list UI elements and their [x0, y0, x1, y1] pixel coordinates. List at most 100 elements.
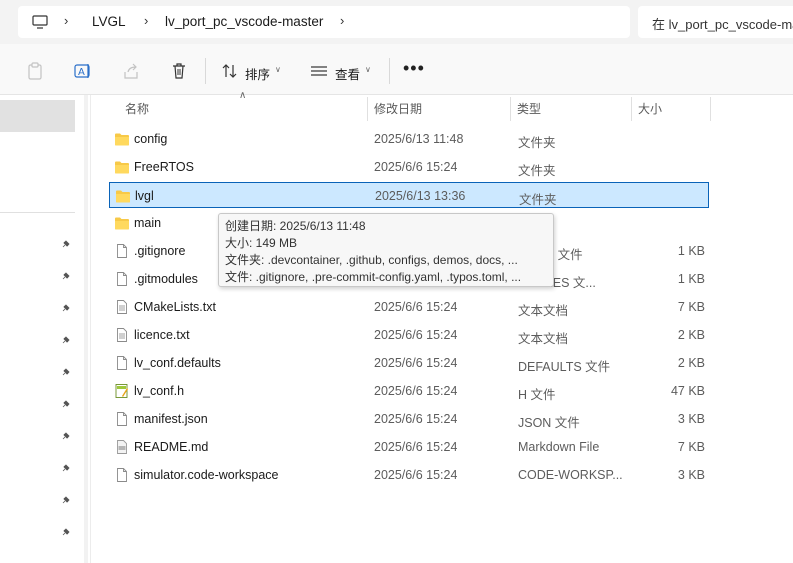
file-name: lv_conf.defaults	[134, 356, 221, 370]
folder-icon	[114, 160, 130, 174]
sort-icon[interactable]	[221, 62, 239, 80]
nav-scrollbar[interactable]	[84, 95, 88, 563]
file-row[interactable]: CMakeLists.txt 2025/6/6 15:24 文本文档 7 KB	[109, 294, 709, 320]
this-pc-icon[interactable]	[32, 15, 48, 29]
file-size: 7 KB	[677, 300, 705, 314]
file-name: .gitmodules	[134, 272, 198, 286]
file-name: simulator.code-workspace	[134, 468, 279, 482]
pin-icon[interactable]	[61, 368, 70, 377]
column-divider[interactable]	[367, 97, 368, 121]
file-icon	[114, 468, 130, 482]
share-icon[interactable]	[122, 62, 140, 80]
file-size: 3 KB	[677, 412, 705, 426]
column-header-date[interactable]: 修改日期	[374, 100, 422, 117]
file-name: config	[134, 132, 168, 146]
file-icon	[114, 272, 130, 286]
sort-ascending-icon: ∧	[239, 90, 247, 101]
file-date: 2025/6/6 15:24	[374, 384, 458, 398]
pin-icon[interactable]	[61, 304, 70, 313]
breadcrumb-current-folder[interactable]: lv_port_pc_vscode-master	[165, 14, 323, 29]
nav-item-selected[interactable]	[0, 100, 75, 132]
sort-button[interactable]: 排序	[245, 64, 270, 83]
header-file-icon	[114, 384, 130, 398]
file-row[interactable]: lv_conf.h 2025/6/6 15:24 H 文件 47 KB	[109, 378, 709, 404]
more-options-button[interactable]: •••	[403, 58, 425, 79]
pin-icon[interactable]	[61, 240, 70, 249]
search-input[interactable]: 在 lv_port_pc_vscode-master 中搜索	[638, 6, 793, 38]
pin-icon[interactable]	[61, 432, 70, 441]
chevron-down-icon[interactable]: ∨	[275, 65, 281, 74]
file-row-selected[interactable]: lvgl 2025/6/13 13:36 文件夹	[109, 182, 709, 208]
view-icon[interactable]	[310, 62, 328, 80]
address-row: › LVGL › lv_port_pc_vscode-master › 在 lv…	[0, 0, 793, 44]
svg-text:A: A	[78, 67, 85, 78]
delete-icon[interactable]	[170, 62, 188, 80]
file-type: JSON 文件	[518, 416, 580, 430]
column-divider[interactable]	[631, 97, 632, 121]
file-date: 2025/6/13 13:36	[375, 189, 466, 203]
file-row[interactable]: simulator.code-workspace 2025/6/6 15:24 CO…	[109, 462, 709, 488]
rename-icon[interactable]: A	[74, 62, 92, 80]
file-type: DEFAULTS 文件	[518, 360, 611, 374]
file-type: 文件夹	[518, 136, 556, 150]
breadcrumb-lvgl[interactable]: LVGL	[92, 14, 126, 29]
text-file-icon	[114, 328, 130, 342]
file-date: 2025/6/6 15:24	[374, 412, 458, 426]
file-type: Markdown File	[518, 440, 600, 454]
toolbar-divider	[389, 58, 390, 84]
file-name: lv_conf.h	[134, 384, 185, 398]
pin-icon[interactable]	[61, 336, 70, 345]
text-file-icon	[114, 300, 130, 314]
tooltip-files: 文件: .gitignore, .pre-commit-config.yaml,…	[225, 270, 522, 284]
file-name: main	[134, 216, 162, 230]
file-type: 文件夹	[518, 164, 556, 178]
chevron-right-icon[interactable]: ›	[144, 13, 148, 28]
file-row[interactable]: FreeRTOS 2025/6/6 15:24 文件夹	[109, 154, 709, 180]
tooltip-folders: 文件夹: .devcontainer, .github, configs, de…	[225, 253, 518, 267]
file-name: manifest.json	[134, 412, 208, 426]
address-bar[interactable]: › LVGL › lv_port_pc_vscode-master ›	[18, 6, 630, 38]
toolbar-divider	[205, 58, 206, 84]
file-row[interactable]: lv_conf.defaults 2025/6/6 15:24 DEFAULTS 文…	[109, 350, 709, 376]
file-size: 3 KB	[677, 468, 705, 482]
file-size: 1 KB	[677, 244, 705, 258]
file-name: .gitignore	[134, 244, 186, 258]
file-date: 2025/6/13 11:48	[374, 132, 464, 146]
file-icon	[114, 412, 130, 426]
view-button[interactable]: 查看	[335, 64, 360, 83]
file-type: 文本文档	[518, 304, 569, 318]
column-divider[interactable]	[510, 97, 511, 121]
folder-icon	[114, 216, 130, 230]
folder-info-tooltip: 创建日期: 2025/6/13 11:48 大小: 149 MB 文件夹: .d…	[218, 213, 554, 287]
chevron-right-icon[interactable]: ›	[340, 13, 344, 28]
chevron-right-icon[interactable]: ›	[64, 13, 68, 28]
file-row[interactable]: config 2025/6/13 11:48 文件夹	[109, 126, 709, 152]
pin-icon[interactable]	[61, 464, 70, 473]
column-divider[interactable]	[710, 97, 711, 121]
tooltip-created-date: 创建日期: 2025/6/13 11:48	[225, 219, 366, 233]
paste-icon[interactable]	[26, 62, 44, 80]
file-size: 7 KB	[677, 440, 705, 454]
pin-icon[interactable]	[61, 400, 70, 409]
file-row[interactable]: licence.txt 2025/6/6 15:24 文本文档 2 KB	[109, 322, 709, 348]
file-row[interactable]: README.md 2025/6/6 15:24 Markdown File 7 KB	[109, 434, 709, 460]
pin-icon[interactable]	[61, 272, 70, 281]
column-header-name[interactable]: 名称	[125, 100, 149, 117]
file-row[interactable]: manifest.json 2025/6/6 15:24 JSON 文件 3 KB	[109, 406, 709, 432]
file-size: 2 KB	[677, 356, 705, 370]
file-date: 2025/6/6 15:24	[374, 300, 458, 314]
nav-divider	[0, 212, 75, 213]
file-date: 2025/6/6 15:24	[374, 440, 458, 454]
column-header-size[interactable]: 大小	[638, 100, 662, 117]
column-header-type[interactable]: 类型	[517, 100, 541, 117]
file-date: 2025/6/6 15:24	[374, 356, 458, 370]
command-bar: A 排序 ∨ 查看 ∨ •••	[0, 44, 793, 95]
folder-icon	[115, 189, 131, 203]
file-size: 47 KB	[670, 384, 705, 398]
file-date: 2025/6/6 15:24	[374, 328, 458, 342]
chevron-down-icon[interactable]: ∨	[365, 65, 371, 74]
file-name: FreeRTOS	[134, 160, 194, 174]
pin-icon[interactable]	[61, 496, 70, 505]
file-type: H 文件	[518, 388, 556, 402]
pin-icon[interactable]	[61, 528, 70, 537]
